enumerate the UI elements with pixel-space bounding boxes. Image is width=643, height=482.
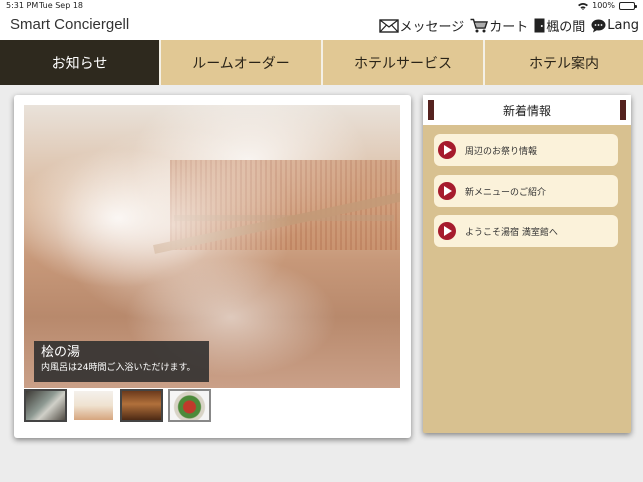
thumbnail-strip [24,389,211,422]
speech-bubble-icon [591,19,606,33]
battery-icon [619,2,637,10]
news-item-new-menu[interactable]: 新メニューのご紹介 [434,175,618,207]
news-item-label: 新メニューのご紹介 [465,187,547,198]
tab-notices[interactable]: お知らせ [0,40,161,85]
play-icon [438,182,456,200]
news-title: 新着情報 [502,103,551,118]
language-label: Lang [607,18,639,33]
cart-button[interactable]: カート [470,16,528,35]
play-icon [438,141,456,159]
tab-room-order[interactable]: ルームオーダー [161,40,323,85]
door-icon [534,18,545,33]
restaurant-thumbnail[interactable] [120,389,163,422]
app-title: Smart Conciergell [10,16,130,33]
tab-hotel-services[interactable]: ホテルサービス [323,40,485,85]
header-accent-right [620,100,626,120]
messages-label: メッセージ [399,20,465,35]
caption-title: 桧の湯 [41,345,81,360]
caption-text: 内風呂は24時間ご入浴いただけます。 [41,363,196,373]
cart-label: カート [489,20,529,35]
room-button[interactable]: 楓の間 [534,16,585,35]
status-bar: 5:31 PM Tue Sep 18 100% [0,0,643,12]
featured-slider: 桧の湯 内風呂は24時間ご入浴いただけます。 [14,95,411,438]
status-date: Tue Sep 18 [39,1,84,10]
play-icon [438,222,456,240]
envelope-icon [378,18,399,33]
news-item-label: ようこそ湯宿 満室館へ [465,227,558,238]
app-header: Smart Conciergell メッセージ カート 楓の間 Lang [0,12,643,40]
messages-button[interactable]: メッセージ [378,16,465,35]
main-tabs: お知らせ ルームオーダー ホテルサービス ホテル案内 [0,40,643,85]
status-time: 5:31 PM [6,1,39,10]
news-item-welcome[interactable]: ようこそ湯宿 満室館へ [434,215,618,247]
header-actions: メッセージ カート 楓の間 Lang [378,16,639,35]
bath-thumbnail[interactable] [24,389,67,422]
room-label: 楓の間 [546,20,586,35]
language-button[interactable]: Lang [591,18,639,33]
news-header: 新着情報 [423,95,631,125]
news-panel: 新着情報 周辺のお祭り情報 新メニューのご紹介 ようこそ湯宿 満室館へ [423,95,631,433]
battery-percent: 100% [592,1,615,10]
news-item-label: 周辺のお祭り情報 [465,146,538,157]
news-item-festival[interactable]: 周辺のお祭り情報 [434,134,618,166]
tab-hotel-guide[interactable]: ホテル案内 [485,40,643,85]
dish-thumbnail[interactable] [168,389,211,422]
hero-caption: 桧の湯 内風呂は24時間ご入浴いただけます。 [34,341,209,382]
hero-image[interactable]: 桧の湯 内風呂は24時間ご入浴いただけます。 [24,105,400,388]
cart-icon [470,18,489,33]
header-accent-left [428,100,434,120]
wifi-icon [578,2,589,10]
steam-bath-thumbnail[interactable] [72,389,115,422]
status-right: 100% [578,0,637,12]
